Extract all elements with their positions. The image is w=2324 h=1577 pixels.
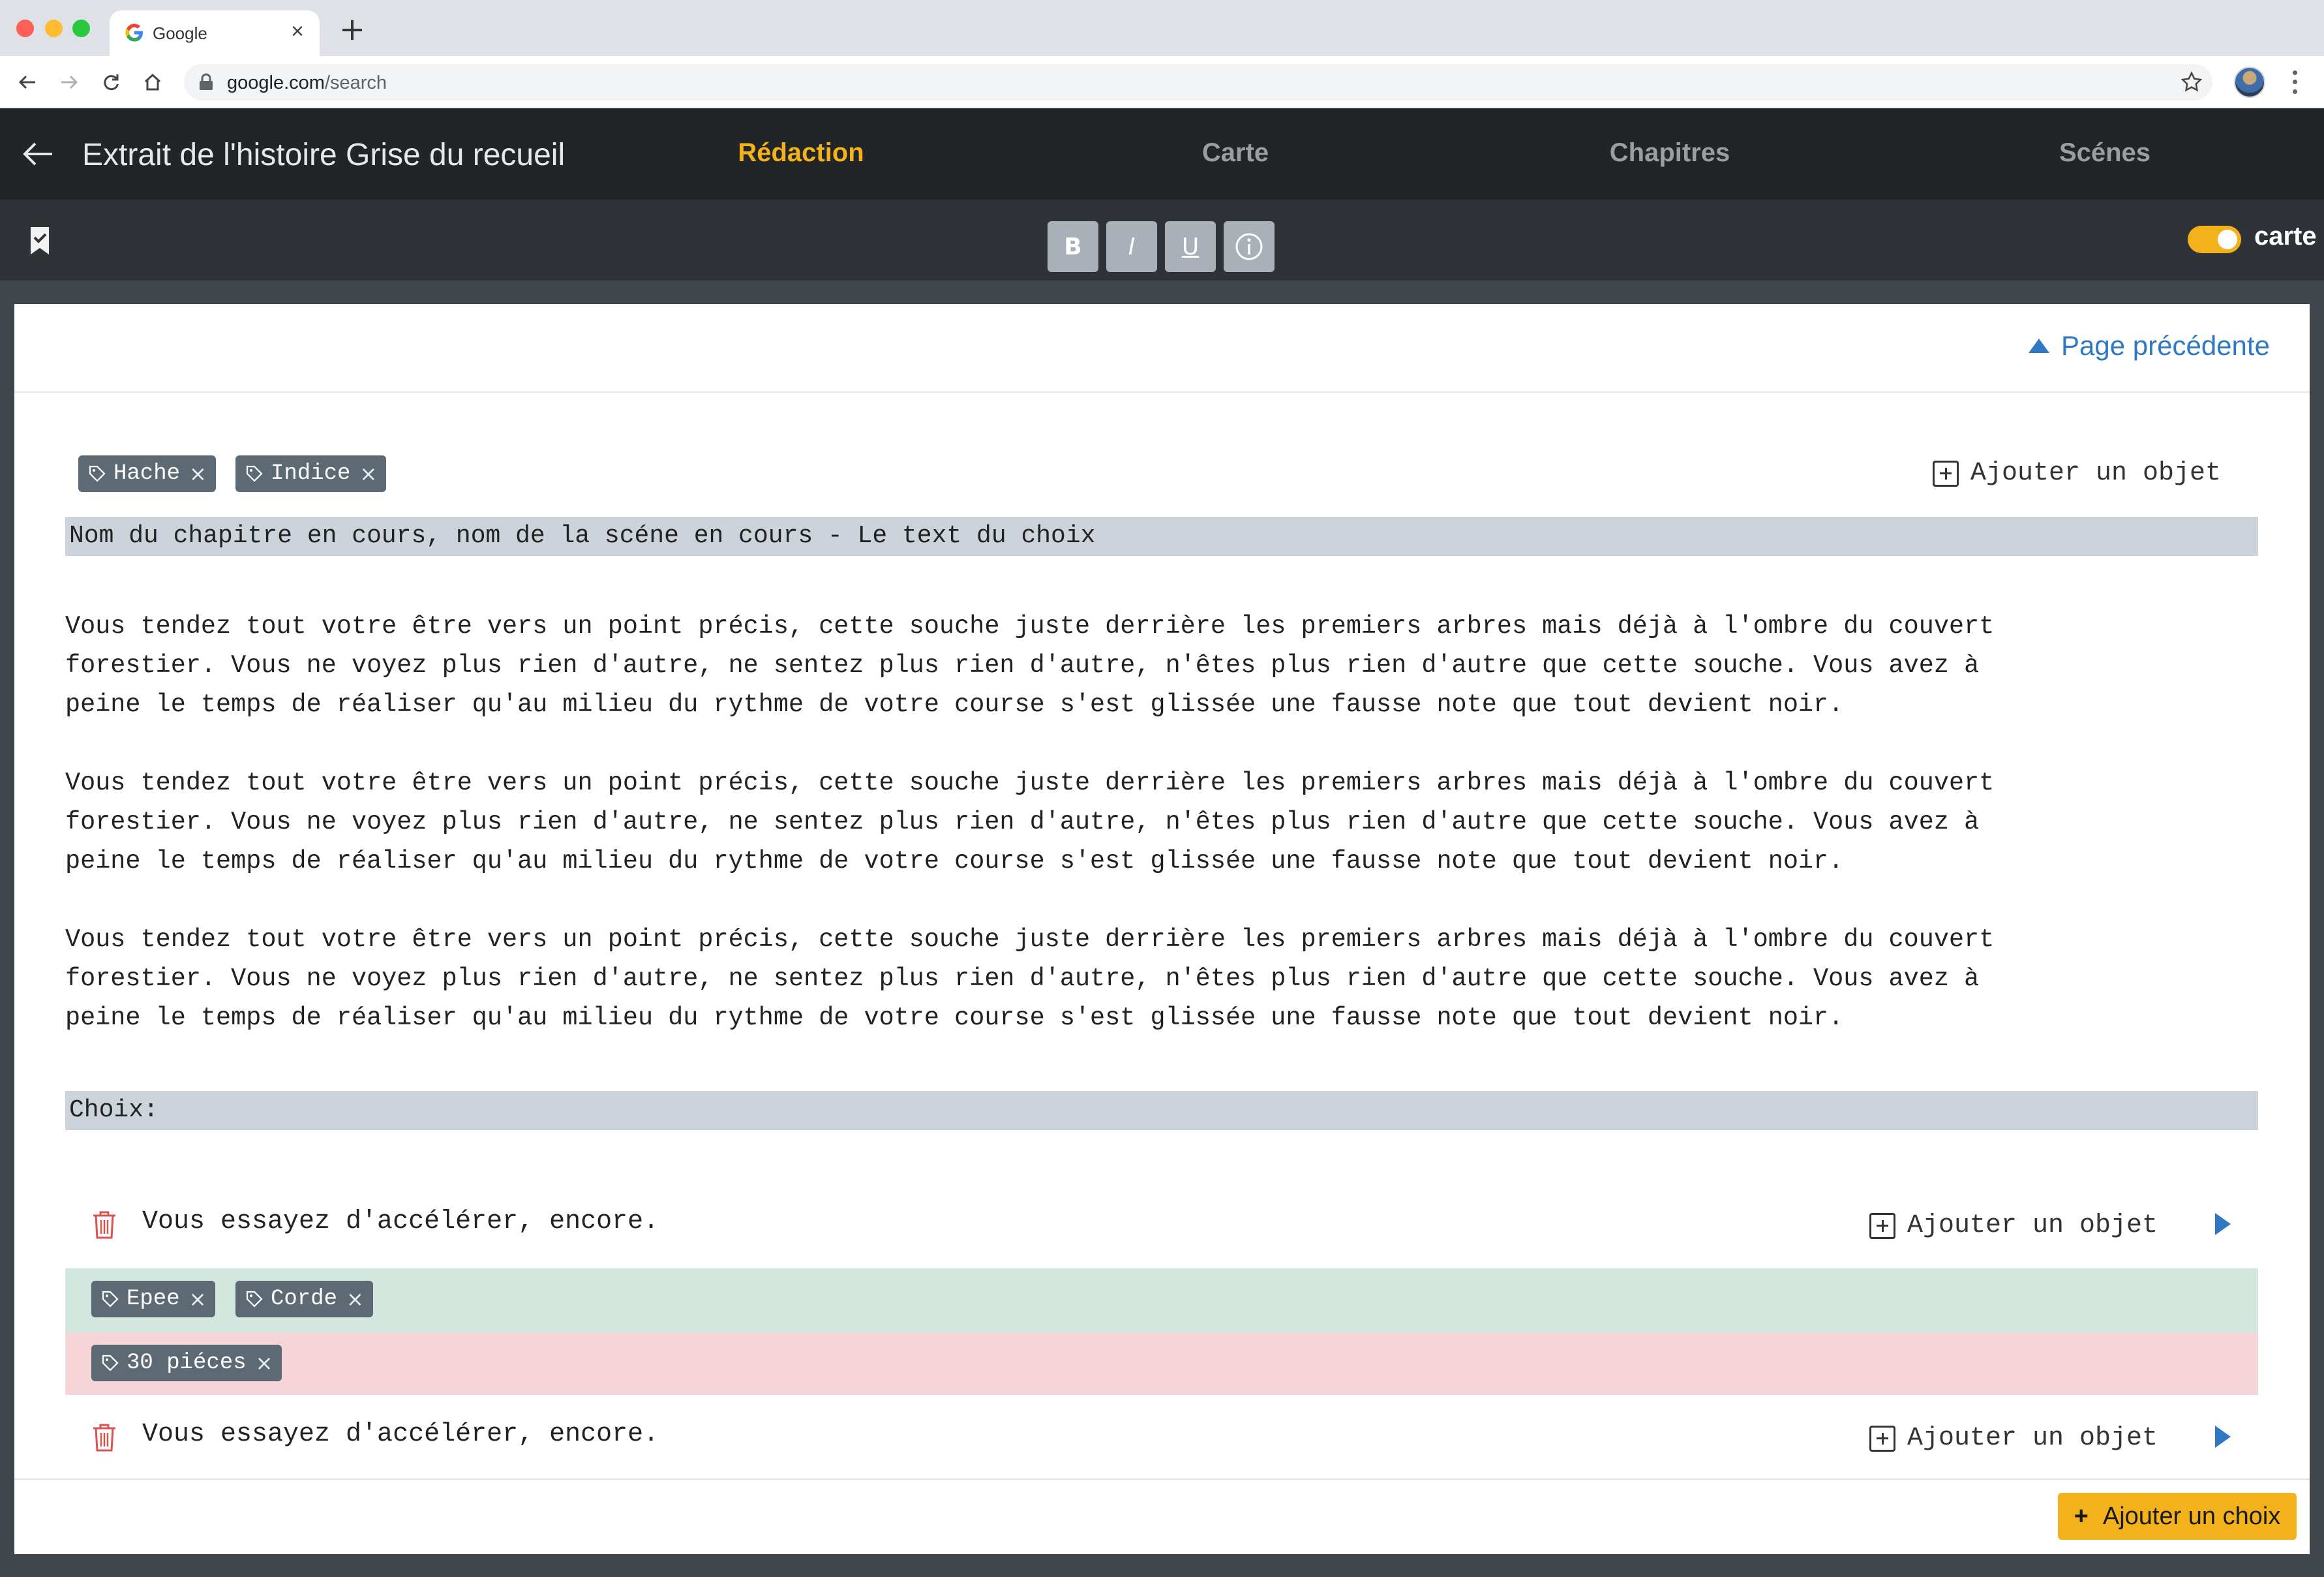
tag-hache: Hache × [78, 455, 216, 492]
tab-carte[interactable]: Carte [1202, 138, 1269, 168]
add-choice-label: Ajouter un choix [2102, 1502, 2281, 1530]
italic-icon: I [1128, 233, 1136, 260]
go-to-choice-icon[interactable] [2215, 1426, 2231, 1448]
bookmark-check-icon[interactable] [29, 226, 51, 256]
bold-button[interactable]: B [1048, 221, 1098, 272]
italic-button[interactable]: I [1106, 221, 1157, 272]
arrow-left-icon [18, 75, 35, 89]
tag-indice: Indice × [235, 455, 387, 492]
remove-tag-icon[interactable]: × [189, 461, 207, 486]
tab-redaction[interactable]: Rédaction [738, 138, 864, 168]
new-tab-button[interactable]: + [337, 14, 368, 46]
window-minimize-button[interactable] [45, 20, 63, 37]
tag-label: Epee [127, 1287, 180, 1311]
tag-icon [246, 465, 263, 482]
bookmark-star-icon[interactable] [2180, 70, 2203, 94]
info-icon [1235, 233, 1263, 260]
previous-page-link[interactable]: Page précédente [2029, 330, 2270, 361]
back-arrow-icon[interactable] [20, 138, 55, 170]
add-choice-button[interactable]: + Ajouter un choix [2058, 1493, 2297, 1540]
browser-toolbar: google.com/search [0, 56, 2324, 108]
bold-icon: B [1064, 233, 1082, 260]
story-paragraph[interactable]: Vous tendez tout votre être vers un poin… [65, 920, 2270, 1037]
story-paragraph[interactable]: Vous tendez tout votre être vers un poin… [65, 763, 2270, 881]
window-close-button[interactable] [16, 20, 34, 37]
plus-square-icon [1869, 1425, 1895, 1452]
frame-right [2310, 304, 2324, 1577]
home-button[interactable] [138, 68, 167, 97]
url-domain: google.com [227, 72, 325, 93]
tag-label: Corde [271, 1287, 338, 1311]
app-header: Extrait de l'histoire Grise du recueil R… [0, 108, 2324, 200]
toolbar-divider-strip [0, 281, 2324, 304]
tag-label: 30 piéces [127, 1351, 247, 1375]
forward-button[interactable] [55, 68, 83, 97]
browser-tab-bar: Google × + [0, 0, 2324, 56]
address-bar[interactable]: google.com/search [184, 64, 2212, 100]
back-button[interactable] [13, 68, 42, 97]
tag-label: Indice [271, 461, 351, 486]
info-button[interactable] [1224, 221, 1275, 272]
tag-label: Hache [113, 461, 181, 486]
add-object-button[interactable]: Ajouter un objet [1933, 459, 2221, 488]
add-object-label: Ajouter un objet [1970, 459, 2222, 488]
frame-left [0, 304, 14, 1577]
footer-divider [14, 1478, 2310, 1480]
url-path: /search [324, 72, 387, 93]
tag-icon [89, 465, 106, 482]
tag-corde: Corde × [235, 1281, 373, 1317]
frame-bottom [0, 1554, 2324, 1577]
choice-text[interactable]: Vous essayez d'accélérer, encore. [142, 1207, 659, 1236]
tag-icon [102, 1355, 119, 1371]
choices-heading: Choix: [65, 1091, 2258, 1130]
tab-chapitres[interactable]: Chapitres [1610, 138, 1730, 168]
tag-30-pieces: 30 piéces × [91, 1345, 282, 1381]
home-icon [144, 73, 161, 91]
plus-icon: + [2074, 1502, 2089, 1530]
arrow-right-icon [61, 75, 78, 89]
tab-close-icon[interactable]: × [286, 20, 309, 43]
plus-square-icon [1933, 460, 1959, 487]
map-toggle-label: carte [2254, 222, 2317, 251]
choice-text[interactable]: Vous essayez d'accélérer, encore. [142, 1420, 659, 1449]
loss-objects-row [65, 1332, 2258, 1395]
card-header [14, 304, 2310, 393]
map-toggle-knob [2218, 230, 2237, 249]
section-heading: Nom du chapitre en cours, nom de la scén… [65, 517, 2258, 556]
previous-page-label: Page précédente [2061, 330, 2270, 361]
go-to-choice-icon[interactable] [2215, 1213, 2231, 1235]
browser-menu-icon[interactable] [2288, 68, 2301, 97]
reload-button[interactable] [97, 68, 125, 97]
trash-icon[interactable] [91, 1210, 117, 1240]
add-object-label: Ajouter un objet [1907, 1424, 2158, 1453]
trash-icon[interactable] [91, 1422, 117, 1452]
tag-icon [246, 1291, 263, 1308]
google-favicon-icon [125, 23, 143, 42]
gain-objects-row [65, 1268, 2258, 1332]
underline-icon: U [1181, 233, 1200, 260]
remove-tag-icon[interactable]: × [189, 1287, 207, 1311]
profile-avatar[interactable] [2234, 67, 2265, 98]
underline-button[interactable]: U [1165, 221, 1216, 272]
plus-square-icon [1869, 1212, 1895, 1239]
add-object-button[interactable]: Ajouter un objet [1869, 1424, 2158, 1453]
story-paragraph[interactable]: Vous tendez tout votre être vers un poin… [65, 607, 2270, 724]
caret-up-icon [2029, 339, 2049, 353]
editor-toolbar: B I U [0, 200, 2324, 281]
tab-scenes[interactable]: Scénes [2059, 138, 2150, 168]
document-title: Extrait de l'histoire Grise du recueil [82, 138, 566, 172]
window-maximize-button[interactable] [72, 20, 90, 37]
remove-tag-icon[interactable]: × [359, 461, 377, 486]
tab-title: Google [153, 23, 207, 43]
add-object-button[interactable]: Ajouter un objet [1869, 1211, 2158, 1240]
url-text: google.com/search [227, 72, 387, 94]
tag-epee: Epee × [91, 1281, 216, 1317]
remove-tag-icon[interactable]: × [256, 1351, 273, 1375]
reload-icon [104, 74, 119, 91]
lock-icon [200, 73, 213, 90]
browser-tab[interactable]: Google × [110, 10, 320, 56]
add-object-label: Ajouter un objet [1907, 1211, 2158, 1240]
tag-icon [102, 1291, 119, 1308]
remove-tag-icon[interactable]: × [346, 1287, 364, 1311]
